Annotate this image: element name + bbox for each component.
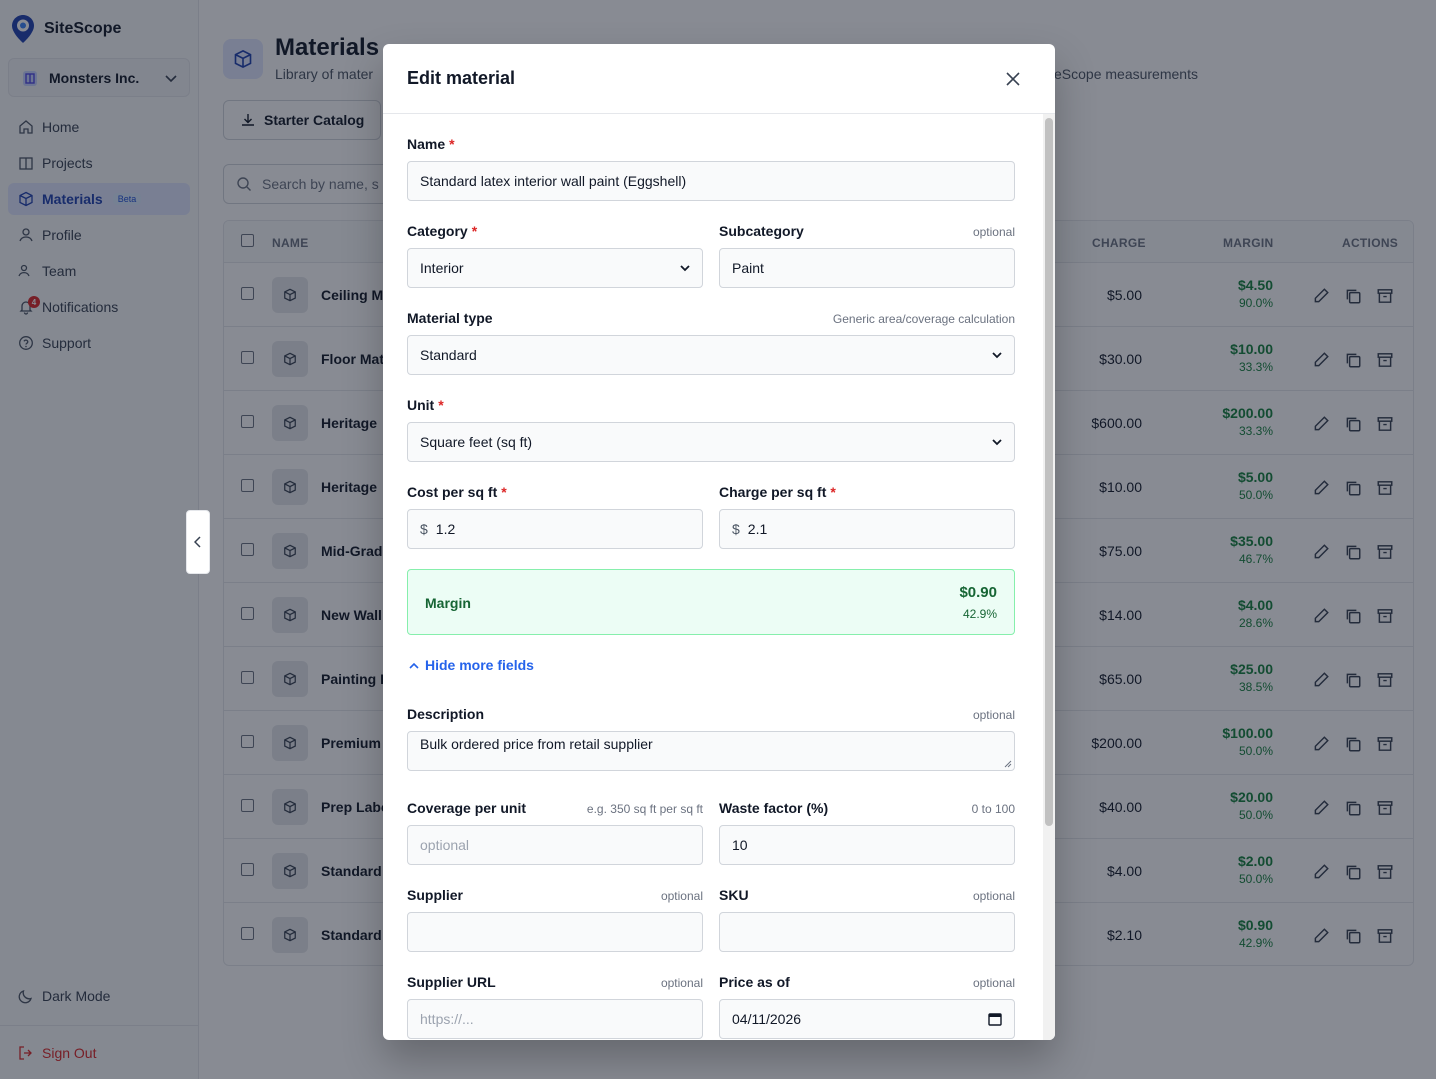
supplier-url-hint: optional [660,976,703,990]
waste-label: Waste factor (%) [719,800,829,816]
supplier-url-placeholder: https://... [420,1011,474,1027]
chevron-down-icon [680,264,690,271]
category-select[interactable]: Interior [407,248,703,288]
hide-more-fields-link[interactable]: Hide more fields [409,657,534,673]
cost-input[interactable]: $ 1.2 [407,509,703,549]
coverage-hint: e.g. 350 sq ft per sq ft [586,802,703,816]
waste-hint: 0 to 100 [971,802,1015,816]
sku-label: SKU [719,887,749,903]
chevron-left-icon [194,536,201,548]
supplier-hint: optional [660,889,703,903]
material-type-select[interactable]: Standard [407,335,1015,375]
category-label: Category * [407,223,478,239]
unit-value: Square feet (sq ft) [420,434,533,450]
sku-input[interactable] [719,912,1015,952]
margin-summary: Margin $0.90 42.9% [407,569,1015,635]
charge-input[interactable]: $ 2.1 [719,509,1015,549]
currency-symbol: $ [420,521,428,537]
sku-hint: optional [972,889,1015,903]
scrollbar-track[interactable] [1043,114,1055,1040]
chevron-down-icon [992,351,1002,358]
charge-label: Charge per sq ft * [719,484,836,500]
subcategory-input[interactable]: Paint [719,248,1015,288]
cost-label: Cost per sq ft * [407,484,507,500]
description-hint: optional [972,708,1015,722]
description-value: Bulk ordered price from retail supplier [420,736,653,752]
price-as-of-label: Price as of [719,974,790,990]
charge-value: 2.1 [747,521,768,537]
sidebar-collapse-button[interactable] [186,510,210,574]
close-icon [1006,72,1020,86]
chevron-down-icon [992,438,1002,445]
coverage-placeholder: optional [420,837,470,853]
dialog-header: Edit material [383,44,1055,114]
name-value: Standard latex interior wall paint (Eggs… [420,173,687,189]
name-input[interactable]: Standard latex interior wall paint (Eggs… [407,161,1015,201]
waste-input[interactable]: 10 [719,825,1015,865]
edit-material-dialog: Edit material Name * Standard latex inter… [383,44,1055,1040]
price-as-of-date-input[interactable]: 04/11/2026 [719,999,1015,1039]
price-as-of-value: 04/11/2026 [732,1011,802,1027]
material-type-value: Standard [420,347,477,363]
calendar-icon[interactable] [988,1012,1002,1026]
description-label: Description [407,706,485,722]
currency-symbol: $ [732,521,740,537]
chevron-up-icon [409,662,419,669]
category-value: Interior [420,260,464,276]
close-button[interactable] [1003,69,1023,89]
margin-amount: $0.90 [959,584,997,601]
material-type-hint: Generic area/coverage calculation [832,312,1015,326]
dialog-body: Name * Standard latex interior wall paint… [383,114,1055,1040]
subcategory-hint: optional [972,225,1015,239]
coverage-label: Coverage per unit [407,800,527,816]
supplier-input[interactable] [407,912,703,952]
waste-value: 10 [732,837,748,853]
unit-select[interactable]: Square feet (sq ft) [407,422,1015,462]
subcategory-value: Paint [732,260,764,276]
unit-label: Unit * [407,397,444,413]
material-type-label: Material type [407,310,493,326]
resize-handle-icon[interactable] [1004,760,1012,768]
margin-percent: 42.9% [962,607,997,621]
description-textarea[interactable]: Bulk ordered price from retail supplier [407,731,1015,771]
name-label: Name * [407,136,455,152]
margin-label: Margin [425,595,471,611]
supplier-url-label: Supplier URL [407,974,496,990]
supplier-label: Supplier [407,887,464,903]
dialog-title: Edit material [407,68,516,88]
supplier-url-input[interactable]: https://... [407,999,703,1039]
subcategory-label: Subcategory [719,223,804,239]
price-as-of-hint: optional [972,976,1015,990]
hide-more-fields-label: Hide more fields [425,657,534,673]
cost-value: 1.2 [435,521,456,537]
coverage-input[interactable]: optional [407,825,703,865]
scrollbar-thumb[interactable] [1045,118,1053,826]
